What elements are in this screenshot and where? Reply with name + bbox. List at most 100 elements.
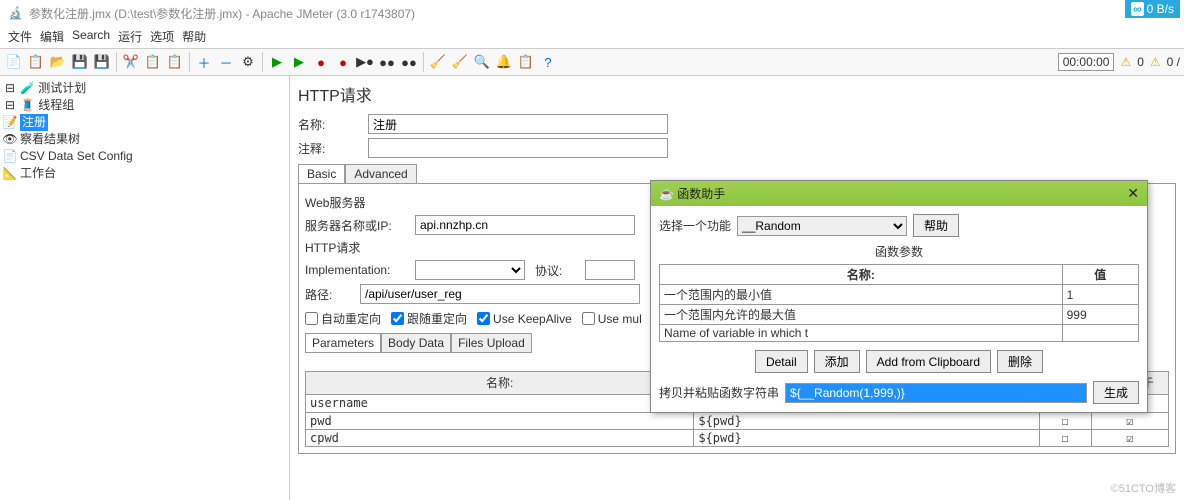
menu-options[interactable]: 选项 xyxy=(150,28,174,46)
toolbar-right: 00:00:00 ⚠ 0 ⚠ 0 / xyxy=(1058,53,1180,71)
paramtab-bodydata[interactable]: Body Data xyxy=(381,333,451,353)
menu-run[interactable]: 运行 xyxy=(118,28,142,46)
tree-node-register[interactable]: 📝注册 xyxy=(2,114,287,131)
copy-icon[interactable]: 📋 xyxy=(143,52,163,72)
multipart-checkbox[interactable] xyxy=(582,312,595,325)
window-titlebar: 🔬 参数化注册.jmx (D:\test\参数化注册.jmx) - Apache… xyxy=(0,0,1184,26)
close-icon[interactable]: ✕ xyxy=(1127,185,1139,202)
templates-icon[interactable]: 📋 xyxy=(26,52,46,72)
app-icon: 🔬 xyxy=(8,6,23,20)
toggle-icon[interactable]: ⚙ xyxy=(238,52,258,72)
toolbar: 📄 📋 📂 💾 💾 ✂️ 📋 📋 ＋ － ⚙ ▶ ▶ ● ● ▶● ●● ●● … xyxy=(0,48,1184,76)
shutdown-icon[interactable]: ● xyxy=(333,52,353,72)
java-icon: ☕ xyxy=(659,187,674,201)
network-badge: ∞ 0 B/s xyxy=(1125,0,1180,18)
table-row[interactable]: cpwd ${pwd} ☐ ☑ xyxy=(306,430,1169,447)
select-label: 选择一个功能 xyxy=(659,217,731,234)
remote-shutdown-icon[interactable]: ●● xyxy=(399,52,419,72)
tree-node-thread-group[interactable]: ⊟🧵 线程组 xyxy=(2,97,287,114)
stop-icon[interactable]: ● xyxy=(311,52,331,72)
function-select[interactable]: __Random xyxy=(737,216,907,236)
testplan-icon: ⊟ xyxy=(2,80,18,97)
paste-icon[interactable]: 📋 xyxy=(165,52,185,72)
impl-label: Implementation: xyxy=(305,263,415,277)
add-clipboard-button[interactable]: Add from Clipboard xyxy=(866,350,991,373)
open-icon[interactable]: 📂 xyxy=(48,52,68,72)
help-button[interactable]: 帮助 xyxy=(913,214,959,237)
remote-start-icon[interactable]: ▶● xyxy=(355,52,375,72)
new-icon[interactable]: 📄 xyxy=(4,52,24,72)
tab-advanced[interactable]: Advanced xyxy=(345,164,416,183)
menu-search[interactable]: Search xyxy=(72,28,110,46)
function-helper-icon[interactable]: 📋 xyxy=(516,52,536,72)
table-row[interactable]: 一个范围内的最小值1 xyxy=(660,285,1139,305)
col-name: 名称: xyxy=(306,372,694,395)
watermark: ©51CTO博客 xyxy=(1111,480,1176,496)
name-input[interactable] xyxy=(368,114,668,134)
elapsed-time: 00:00:00 xyxy=(1058,53,1115,71)
menubar: 文件 编辑 Search 运行 选项 帮助 xyxy=(0,26,1184,48)
proto-input[interactable] xyxy=(585,260,635,280)
warning-icon: ⚠ xyxy=(1150,55,1161,69)
tree-node-root[interactable]: ⊟🧪 测试计划 xyxy=(2,80,287,97)
remote-stop-icon[interactable]: ●● xyxy=(377,52,397,72)
impl-select[interactable] xyxy=(415,260,525,280)
followredirect-checkbox[interactable] xyxy=(391,312,404,325)
start-no-timers-icon[interactable]: ▶ xyxy=(289,52,309,72)
server-label: 服务器名称或IP: xyxy=(305,217,415,234)
table-row[interactable]: pwd ${pwd} ☐ ☑ xyxy=(306,412,1169,430)
separator xyxy=(262,52,263,72)
http-sampler-icon: 📝 xyxy=(2,114,18,131)
csv-icon: 📄 xyxy=(2,148,18,165)
cb-keepalive[interactable]: Use KeepAlive xyxy=(477,310,572,327)
col-name: 名称: xyxy=(660,265,1063,285)
paramtab-parameters[interactable]: Parameters xyxy=(305,333,381,353)
threadgroup-icon: ⊟ xyxy=(2,97,18,114)
dialog-title: 函数助手 xyxy=(677,185,725,202)
cb-autoredirect[interactable]: 自动重定向 xyxy=(305,310,381,327)
autoredirect-checkbox[interactable] xyxy=(305,312,318,325)
detail-button[interactable]: Detail xyxy=(755,350,808,373)
cb-followredirect[interactable]: 跟随重定向 xyxy=(391,310,467,327)
menu-edit[interactable]: 编辑 xyxy=(40,28,64,46)
search-icon[interactable]: 🔍 xyxy=(472,52,492,72)
tree-node-csv[interactable]: 📄CSV Data Set Config xyxy=(2,148,287,165)
function-params-table[interactable]: 名称:值 一个范围内的最小值1 一个范围内允许的最大值999 Name of v… xyxy=(659,264,1139,342)
save-as-icon[interactable]: 💾 xyxy=(92,52,112,72)
start-icon[interactable]: ▶ xyxy=(267,52,287,72)
path-input[interactable] xyxy=(360,284,640,304)
comment-input[interactable] xyxy=(368,138,668,158)
tree-node-workbench[interactable]: 📐工作台 xyxy=(2,165,287,182)
function-string-input[interactable] xyxy=(785,383,1087,403)
expand-icon[interactable]: ＋ xyxy=(194,52,214,72)
cb-multipart[interactable]: Use mul xyxy=(582,310,642,327)
paramtab-filesupload[interactable]: Files Upload xyxy=(451,333,532,353)
tree-node-view-results[interactable]: 👁察看结果树 xyxy=(2,131,287,148)
clear-icon[interactable]: 🧹 xyxy=(428,52,448,72)
dialog-titlebar[interactable]: ☕ 函数助手 ✕ xyxy=(651,181,1147,206)
proto-label: 协议: xyxy=(535,262,585,279)
generate-button[interactable]: 生成 xyxy=(1093,381,1139,404)
col-value: 值 xyxy=(1062,265,1138,285)
menu-file[interactable]: 文件 xyxy=(8,28,32,46)
infinity-icon: ∞ xyxy=(1131,2,1144,16)
cut-icon[interactable]: ✂️ xyxy=(121,52,141,72)
tab-basic[interactable]: Basic xyxy=(298,164,345,183)
server-input[interactable] xyxy=(415,215,635,235)
reset-search-icon[interactable]: 🔔 xyxy=(494,52,514,72)
comment-label: 注释: xyxy=(298,140,368,157)
add-button[interactable]: 添加 xyxy=(814,350,860,373)
collapse-icon[interactable]: － xyxy=(216,52,236,72)
keepalive-checkbox[interactable] xyxy=(477,312,490,325)
copy-label: 拷贝并粘贴函数字符串 xyxy=(659,384,779,401)
listener-icon: 👁 xyxy=(2,131,18,148)
clear-all-icon[interactable]: 🧹 xyxy=(450,52,470,72)
test-plan-tree[interactable]: ⊟🧪 测试计划 ⊟🧵 线程组 📝注册 👁察看结果树 📄CSV Data Set … xyxy=(0,76,290,500)
delete-button[interactable]: 删除 xyxy=(997,350,1043,373)
separator xyxy=(116,52,117,72)
table-row[interactable]: 一个范围内允许的最大值999 xyxy=(660,305,1139,325)
help-icon[interactable]: ? xyxy=(538,52,558,72)
save-icon[interactable]: 💾 xyxy=(70,52,90,72)
table-row[interactable]: Name of variable in which t xyxy=(660,325,1139,342)
menu-help[interactable]: 帮助 xyxy=(182,28,206,46)
